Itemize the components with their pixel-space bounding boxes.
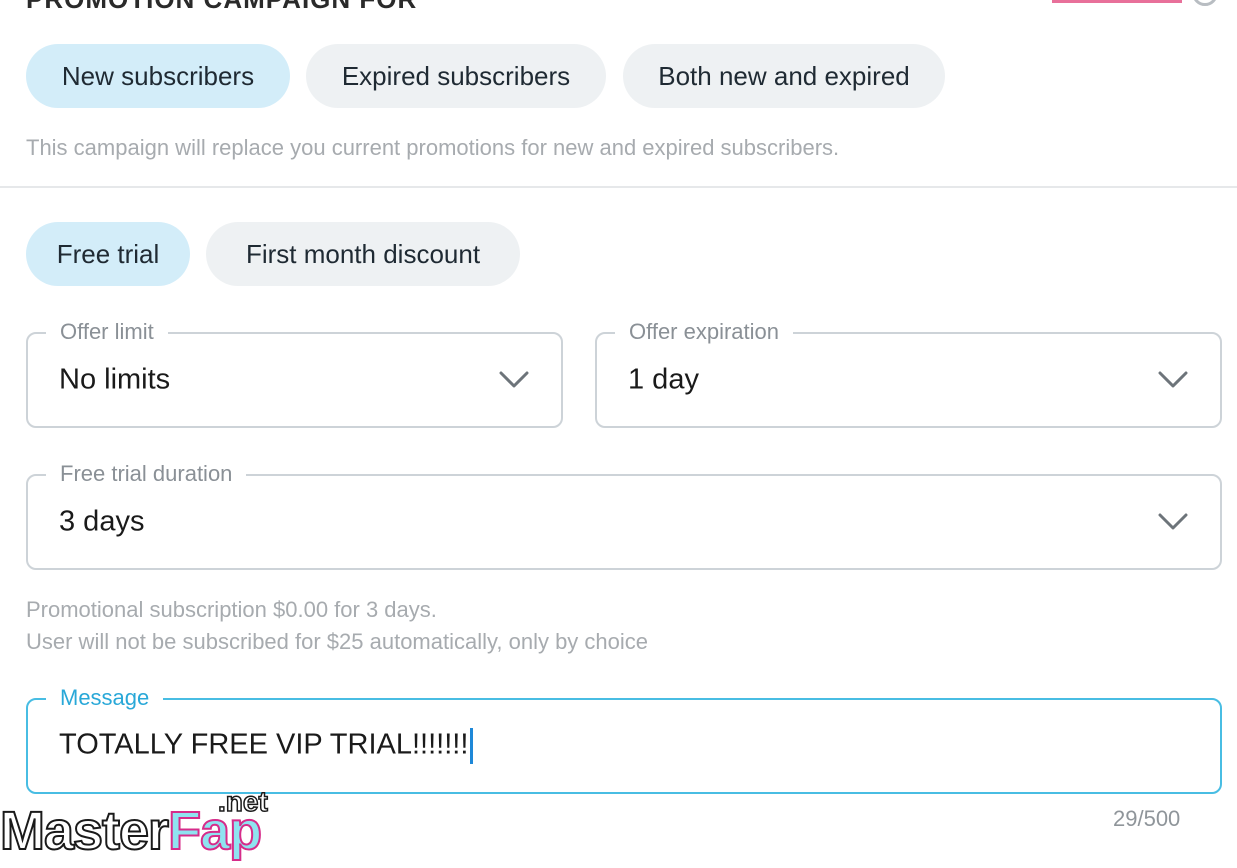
- offer-limit-value: No limits: [59, 363, 171, 396]
- audience-option-both[interactable]: Both new and expired: [623, 44, 945, 108]
- campaign-replace-note: This campaign will replace you current p…: [26, 135, 840, 160]
- section-divider: [0, 186, 1237, 188]
- free-trial-duration-select[interactable]: Free trial duration 3 days: [26, 460, 1222, 570]
- info-icon[interactable]: [1192, 0, 1218, 6]
- watermark-logo: .net MasterFap: [0, 785, 310, 868]
- offer-expiration-value: 1 day: [628, 363, 699, 396]
- offer-expiration-label: Offer expiration: [615, 318, 794, 346]
- message-input[interactable]: Message TOTALLY FREE VIP TRIAL!!!!!!!: [26, 684, 1222, 794]
- free-trial-duration-label: Free trial duration: [46, 460, 247, 488]
- chevron-down-icon: [1158, 371, 1188, 388]
- watermark-accent: Fap: [167, 800, 263, 862]
- message-value: TOTALLY FREE VIP TRIAL!!!!!!!: [59, 728, 469, 761]
- promo-summary-line-2: User will not be subscribed for $25 auto…: [26, 629, 649, 654]
- offer-type-free-trial[interactable]: Free trial: [26, 222, 190, 286]
- audience-option-label: New subscribers: [61, 60, 255, 91]
- offer-type-label: Free trial: [56, 238, 160, 269]
- promo-summary-line-1: Promotional subscription $0.00 for 3 day…: [26, 597, 437, 622]
- watermark-text: MasterFap: [0, 800, 263, 862]
- chevron-down-icon: [499, 371, 529, 388]
- audience-option-new-subscribers[interactable]: New subscribers: [26, 44, 290, 108]
- section-title: PROMOTION CAMPAIGN FOR: [26, 0, 417, 15]
- free-trial-duration-value: 3 days: [59, 505, 145, 538]
- audience-option-expired-subscribers[interactable]: Expired subscribers: [306, 44, 606, 108]
- offer-limit-label: Offer limit: [46, 318, 168, 346]
- character-counter: 29/500: [1113, 806, 1181, 831]
- chevron-down-icon: [1158, 513, 1188, 530]
- offer-limit-select[interactable]: Offer limit No limits: [26, 318, 563, 428]
- message-label: Message: [46, 684, 164, 712]
- offer-expiration-select[interactable]: Offer expiration 1 day: [595, 318, 1222, 428]
- message-value-wrap: TOTALLY FREE VIP TRIAL!!!!!!!: [59, 728, 474, 764]
- watermark-main: Master: [0, 800, 170, 862]
- accent-bar: [1052, 0, 1182, 3]
- text-cursor: [470, 728, 474, 764]
- offer-type-first-month-discount[interactable]: First month discount: [206, 222, 520, 286]
- audience-option-label: Expired subscribers: [341, 60, 571, 91]
- offer-type-label: First month discount: [245, 238, 481, 269]
- audience-option-label: Both new and expired: [658, 60, 910, 91]
